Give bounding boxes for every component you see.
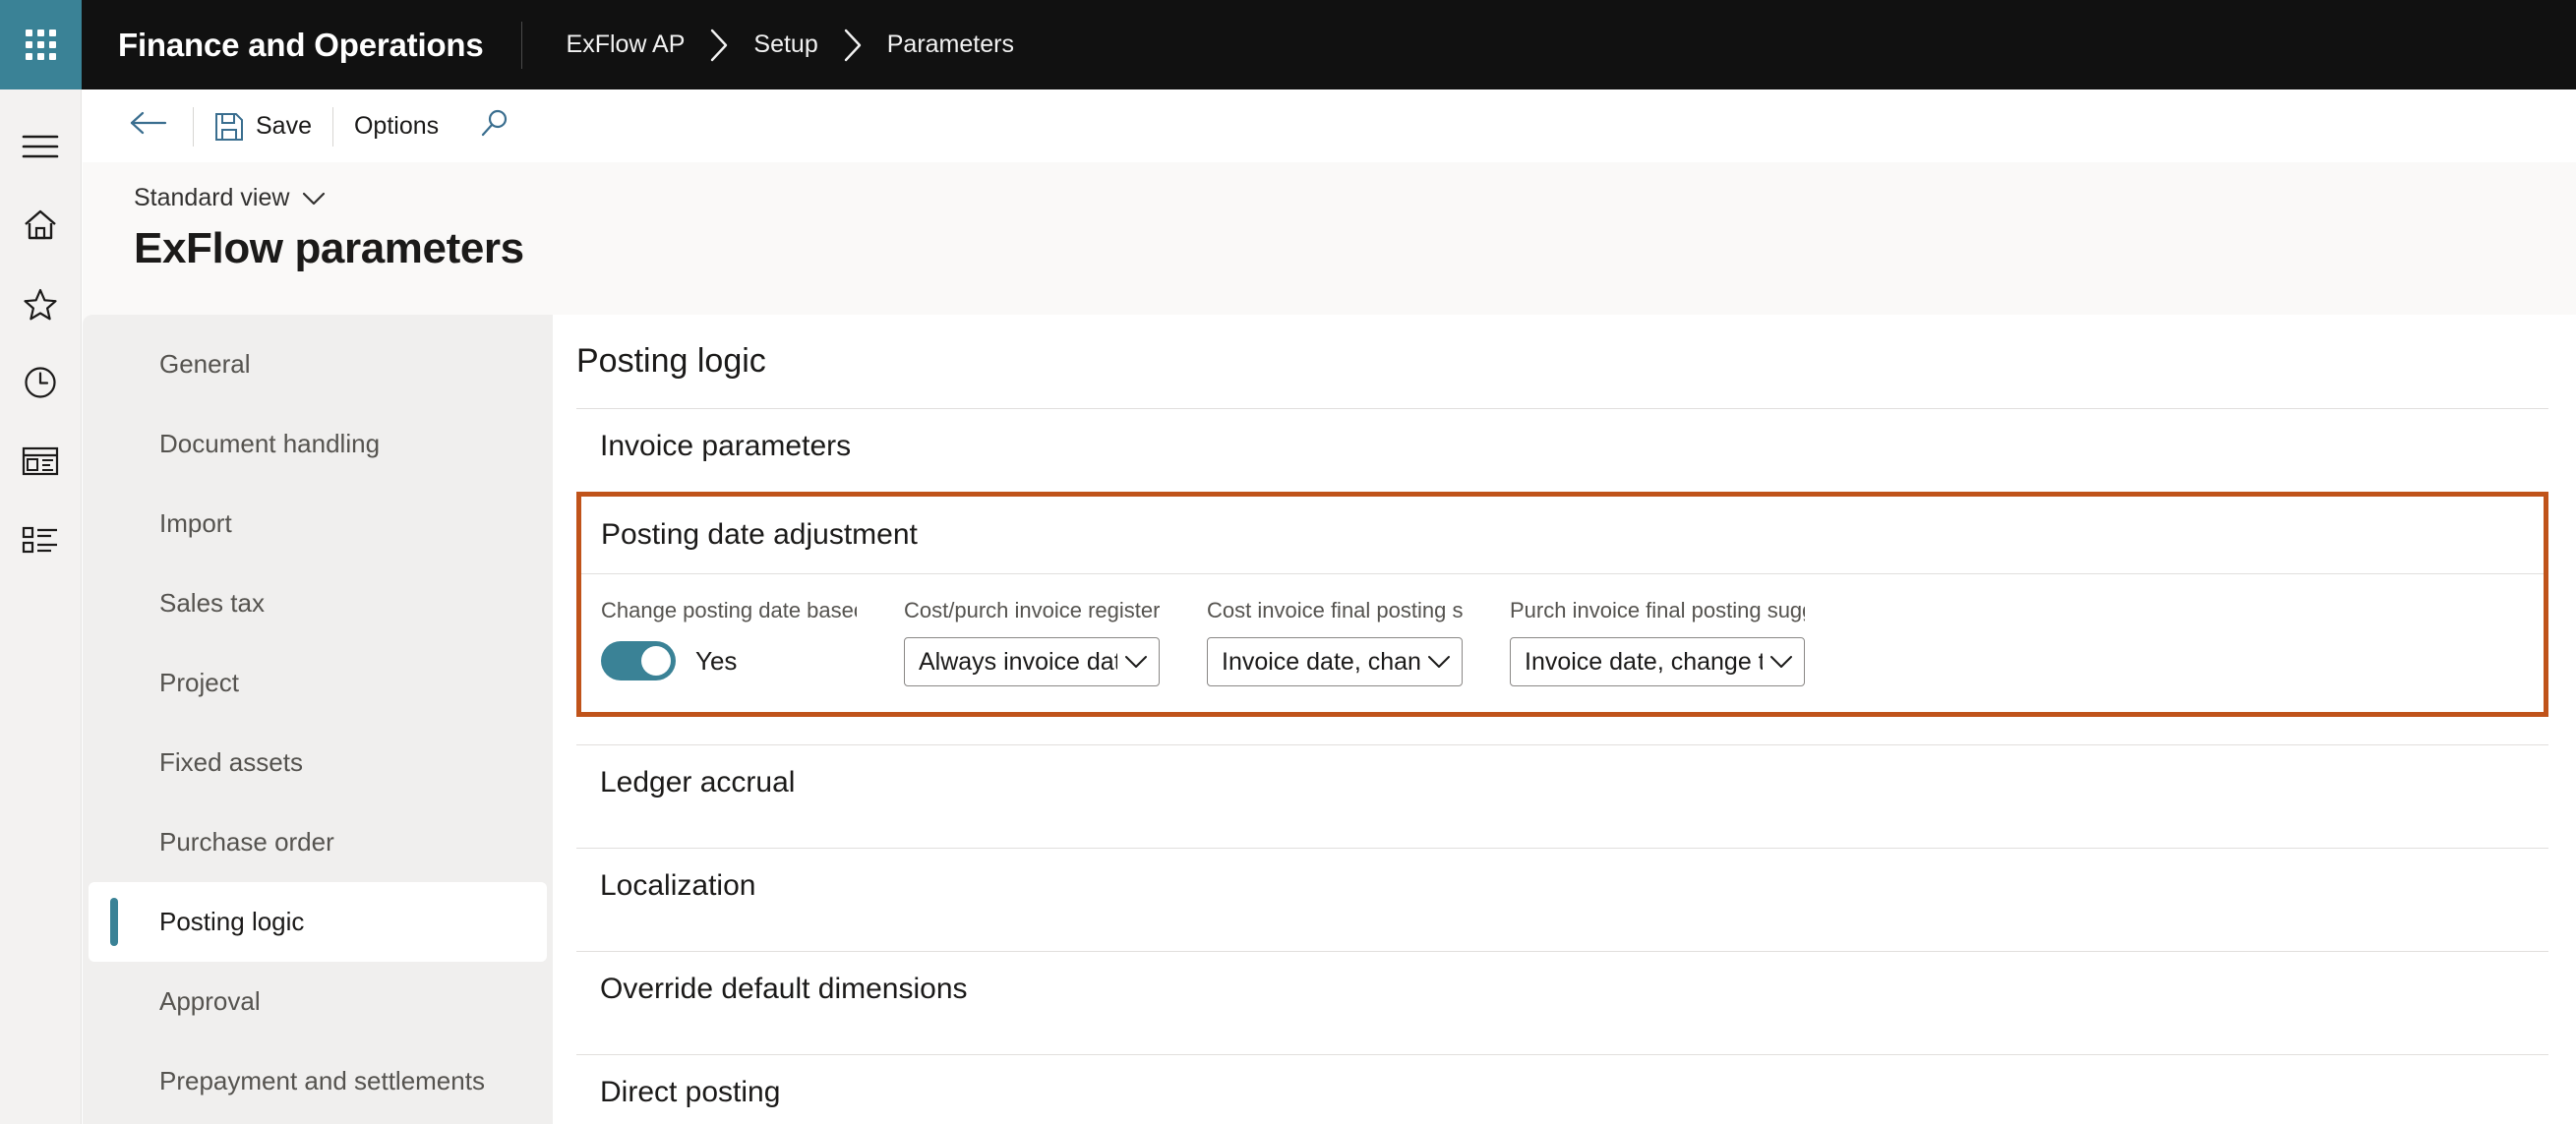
modules-button[interactable] bbox=[0, 501, 82, 579]
section-header-posting-date-adjustment[interactable]: Posting date adjustment bbox=[581, 497, 2544, 573]
toggle-row-change-posting-date: Yes bbox=[601, 637, 857, 684]
breadcrumb-item-parameters[interactable]: Parameters bbox=[887, 30, 1014, 59]
section-override-default-dimensions: Override default dimensions bbox=[576, 951, 2548, 1027]
recent-button[interactable] bbox=[0, 343, 82, 422]
left-icon-rail bbox=[0, 89, 82, 1124]
dropdown-value: Invoice date, change to first o... bbox=[1222, 647, 1420, 676]
breadcrumb-chevron-icon-2 bbox=[842, 29, 864, 62]
chevron-down-icon bbox=[1768, 654, 1794, 670]
clock-icon bbox=[23, 365, 58, 400]
sidebar-item-label: Document handling bbox=[159, 429, 381, 458]
page-title: ExFlow parameters bbox=[134, 224, 524, 272]
sidebar-item-label: Fixed assets bbox=[159, 747, 303, 777]
star-icon bbox=[23, 287, 58, 321]
dropdown-cost-invoice-final-posting[interactable]: Invoice date, change to first o... bbox=[1207, 637, 1463, 686]
sidebar-item-general[interactable]: General bbox=[83, 325, 553, 404]
content-title: Posting logic bbox=[576, 342, 766, 380]
chevron-down-icon bbox=[1426, 654, 1452, 670]
field-label-cost-purch-invoice-register: Cost/purch invoice register suggested ..… bbox=[904, 598, 1160, 622]
sidebar-item-label: Approval bbox=[159, 986, 261, 1016]
section-header-direct-posting[interactable]: Direct posting bbox=[576, 1055, 2548, 1124]
sidebar-item-label: Import bbox=[159, 508, 232, 538]
highlighted-section-posting-date-adjustment: Posting date adjustment Change posting d… bbox=[576, 492, 2548, 717]
field-purch-invoice-final-posting: Purch invoice final posting suggested ..… bbox=[1510, 598, 1805, 686]
app-title: Finance and Operations bbox=[118, 26, 484, 63]
sidebar-item-label: Purchase order bbox=[159, 827, 334, 857]
workspace-icon bbox=[22, 445, 59, 477]
sidebar-item-project[interactable]: Project bbox=[83, 643, 553, 723]
dropdown-value: Invoice date, change to first o... bbox=[1525, 647, 1763, 676]
back-button[interactable] bbox=[104, 90, 193, 162]
sidebar-item-label: Prepayment and settlements bbox=[159, 1066, 485, 1095]
workspaces-button[interactable] bbox=[0, 422, 82, 501]
section-direct-posting: Direct posting bbox=[576, 1054, 2548, 1124]
sidebar-item-label: General bbox=[159, 349, 251, 379]
hamburger-menu-icon bbox=[22, 133, 59, 160]
list-icon bbox=[22, 524, 59, 556]
sidebar-item-label: Sales tax bbox=[159, 588, 265, 618]
field-change-posting-date: Change posting date based on modul... Ye… bbox=[601, 598, 904, 686]
breadcrumb-chevron-icon bbox=[708, 29, 730, 62]
dropdown-cost-purch-invoice-register[interactable]: Always invoice date bbox=[904, 637, 1160, 686]
field-label-change-posting-date: Change posting date based on modul... bbox=[601, 598, 857, 622]
sidebar-item-purchase-order[interactable]: Purchase order bbox=[83, 802, 553, 882]
save-button[interactable]: Save bbox=[194, 90, 332, 162]
dropdown-purch-invoice-final-posting[interactable]: Invoice date, change to first o... bbox=[1510, 637, 1805, 686]
field-label-cost-invoice-final-posting: Cost invoice final posting suggested p..… bbox=[1207, 598, 1463, 622]
top-navigation-bar: Finance and Operations ExFlow AP Setup P… bbox=[0, 0, 2576, 89]
page-header: Standard view ExFlow parameters bbox=[83, 162, 2576, 315]
app-launcher-button[interactable] bbox=[0, 0, 82, 89]
section-localization: Localization bbox=[576, 848, 2548, 923]
sidebar-item-label: Project bbox=[159, 668, 239, 697]
view-selector-label: Standard view bbox=[134, 184, 290, 211]
sidebar-item-fixed-assets[interactable]: Fixed assets bbox=[83, 723, 553, 802]
section-navigation-list: General Document handling Import Sales t… bbox=[83, 315, 553, 1124]
toggle-change-posting-date[interactable] bbox=[601, 641, 676, 680]
breadcrumb-item-setup[interactable]: Setup bbox=[753, 30, 817, 59]
sidebar-item-prepayment-and-settlements[interactable]: Prepayment and settlements bbox=[83, 1041, 553, 1121]
field-cost-invoice-final-posting: Cost invoice final posting suggested p..… bbox=[1207, 598, 1510, 686]
sidebar-item-label: Posting logic bbox=[159, 907, 305, 936]
sidebar-item-import[interactable]: Import bbox=[83, 484, 553, 563]
save-disk-icon bbox=[214, 112, 244, 142]
section-header-localization[interactable]: Localization bbox=[576, 849, 2548, 923]
search-button[interactable] bbox=[459, 90, 530, 162]
section-invoice-parameters: Invoice parameters bbox=[576, 408, 2548, 484]
page-body: General Document handling Import Sales t… bbox=[83, 315, 2576, 1124]
chevron-down-icon bbox=[289, 191, 327, 207]
app-launcher-icon bbox=[26, 30, 56, 60]
home-button[interactable] bbox=[0, 186, 82, 265]
sidebar-item-approval[interactable]: Approval bbox=[83, 962, 553, 1041]
main-content-panel: Posting logic Invoice parameters Posting… bbox=[553, 315, 2576, 1124]
chevron-down-icon bbox=[1123, 654, 1149, 670]
posting-date-adjustment-fields: Change posting date based on modul... Ye… bbox=[581, 573, 2544, 712]
favorites-button[interactable] bbox=[0, 265, 82, 343]
field-cost-purch-invoice-register: Cost/purch invoice register suggested ..… bbox=[904, 598, 1207, 686]
section-header-ledger-accrual[interactable]: Ledger accrual bbox=[576, 745, 2548, 820]
sidebar-item-document-handling[interactable]: Document handling bbox=[83, 404, 553, 484]
options-button[interactable]: Options bbox=[333, 90, 459, 162]
dropdown-value: Always invoice date bbox=[919, 647, 1117, 676]
view-selector[interactable]: Standard view bbox=[134, 184, 327, 212]
search-icon bbox=[480, 108, 509, 145]
breadcrumb: ExFlow AP Setup Parameters bbox=[522, 0, 1014, 89]
section-header-invoice-parameters[interactable]: Invoice parameters bbox=[576, 409, 2548, 484]
save-label: Save bbox=[256, 112, 312, 140]
toggle-knob bbox=[641, 646, 671, 676]
home-icon bbox=[23, 208, 58, 242]
sidebar-item-posting-logic[interactable]: Posting logic bbox=[89, 882, 547, 962]
sidebar-item-sales-tax[interactable]: Sales tax bbox=[83, 563, 553, 643]
breadcrumb-item-exflow-ap[interactable]: ExFlow AP bbox=[567, 30, 686, 59]
field-label-purch-invoice-final-posting: Purch invoice final posting suggested ..… bbox=[1510, 598, 1805, 622]
navigation-menu-button[interactable] bbox=[0, 107, 82, 186]
options-label: Options bbox=[353, 112, 440, 140]
section-ledger-accrual: Ledger accrual bbox=[576, 744, 2548, 820]
section-header-override-default-dimensions[interactable]: Override default dimensions bbox=[576, 952, 2548, 1027]
back-arrow-icon bbox=[130, 110, 167, 143]
command-bar: Save Options bbox=[83, 90, 2576, 162]
toggle-value-label: Yes bbox=[695, 645, 738, 676]
